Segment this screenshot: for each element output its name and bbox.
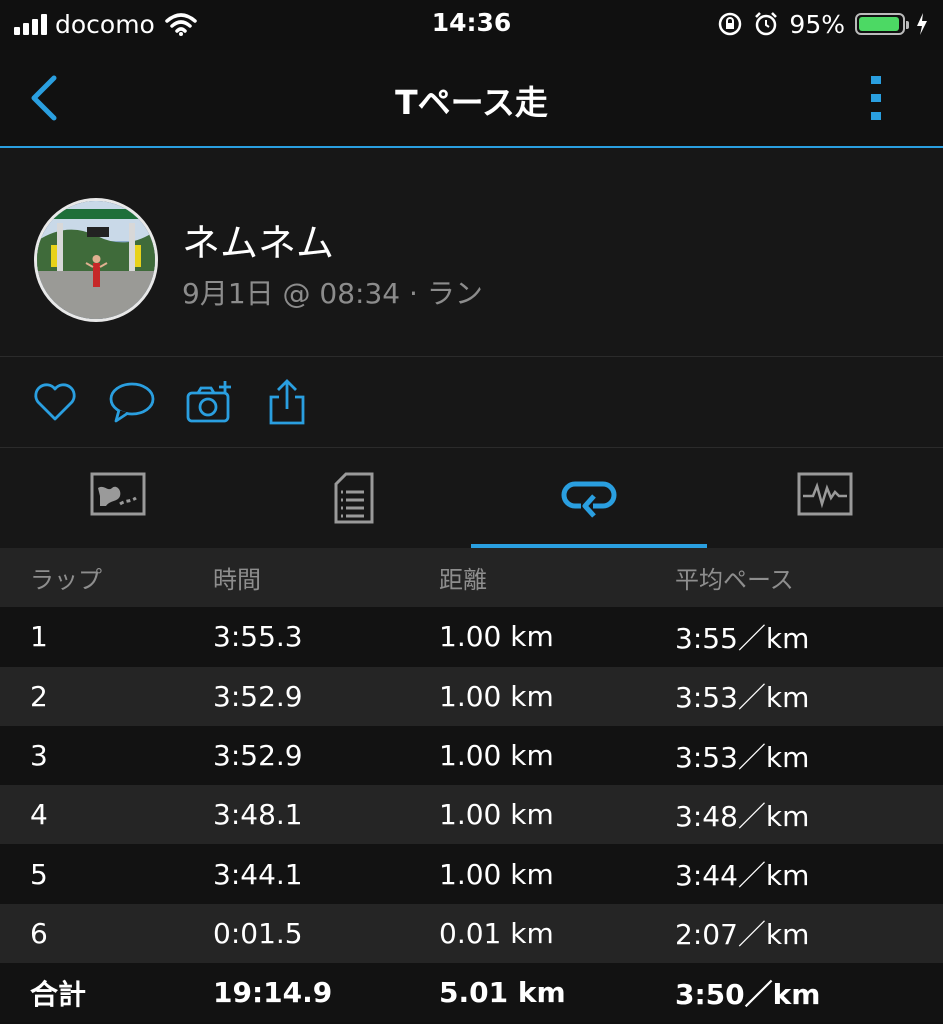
table-header: ラップ 時間 距離 平均ペース [0,548,943,608]
table-row[interactable]: 5 3:44.1 1.00 km 3:44／km [0,844,943,904]
status-bar: docomo 14:36 95% [0,0,943,50]
lap-time: 3:52.9 [213,739,303,773]
activity-header: ネムネム 9月1日 @ 08:34 · ラン [0,148,943,357]
table-row[interactable]: 6 0:01.5 0.01 km 2:07／km [0,903,943,964]
avatar[interactable] [34,198,158,322]
total-time: 19:14.9 [213,976,333,1010]
lap-time: 0:01.5 [213,916,303,950]
lap-time: 3:55.3 [213,620,303,654]
table-total-row: 合計 19:14.9 5.01 km 3:50／km [0,963,943,1023]
lap-pace: 3:53／km [675,681,810,715]
action-bar [0,357,943,448]
table-row[interactable]: 4 3:48.1 1.00 km 3:48／km [0,785,943,845]
tab-bar [0,448,943,548]
lap-distance: 1.00 km [439,679,554,713]
lap-pace: 3:48／km [675,799,810,833]
tab-charts[interactable] [707,448,942,548]
chart-icon [797,472,852,516]
lap-distance: 1.00 km [439,739,554,773]
lap-distance: 0.01 km [439,916,554,950]
lap-number: 6 [30,916,48,950]
lap-number: 1 [30,620,48,654]
lap-pace: 3:55／km [675,621,810,655]
battery-percent: 95% [789,9,845,39]
lap-distance: 1.00 km [439,798,554,832]
lap-time: 3:52.9 [213,679,303,713]
table-row[interactable]: 3 3:52.9 1.00 km 3:53／km [0,725,943,786]
lap-number: 3 [30,739,48,773]
vertical-dots-icon [871,76,881,120]
rotation-lock-icon [719,12,742,36]
heart-icon [34,383,76,421]
activity-meta: 9月1日 @ 08:34 · ラン [182,277,483,310]
total-pace: 3:50／km [675,977,821,1011]
header-time: 時間 [213,566,261,595]
battery-icon [855,13,909,35]
header-distance: 距離 [439,566,487,595]
lap-distance: 1.00 km [439,857,554,891]
map-icon [90,472,145,516]
tab-summary[interactable] [236,448,471,548]
header-lap: ラップ [30,566,102,595]
battery-fill [859,17,899,31]
page-title: Tペース走 [395,83,548,122]
tab-map[interactable] [0,448,235,548]
more-button[interactable] [865,72,889,124]
lap-number: 2 [30,679,48,713]
charging-icon [917,13,927,35]
lap-time: 3:44.1 [213,857,303,891]
document-icon [334,472,373,524]
comment-button[interactable] [108,379,155,425]
lap-time: 3:48.1 [213,798,303,832]
lap-pace: 2:07／km [675,918,810,952]
laps-icon [561,481,616,518]
laps-table: ラップ 時間 距離 平均ペース 1 3:55.3 1.00 km 3:55／km… [0,548,943,1023]
total-distance: 5.01 km [439,976,566,1010]
lap-pace: 3:53／km [675,740,810,774]
header-avg-pace: 平均ペース [675,566,794,595]
tab-laps[interactable] [471,448,706,548]
lap-number: 4 [30,798,48,832]
lap-pace: 3:44／km [675,859,810,893]
user-name[interactable]: ネムネム [182,212,334,267]
total-label: 合計 [30,977,87,1011]
like-button[interactable] [32,379,78,425]
add-photo-button[interactable] [186,379,232,425]
table-row[interactable]: 1 3:55.3 1.00 km 3:55／km [0,607,943,667]
lap-distance: 1.00 km [439,620,554,654]
lap-number: 5 [30,857,48,891]
avatar-photo [37,201,155,319]
table-row[interactable]: 2 3:52.9 1.00 km 3:53／km [0,666,943,726]
share-icon [269,379,305,425]
alarm-icon [755,12,778,36]
share-button[interactable] [264,379,310,425]
nav-bar: Tペース走 [0,50,943,148]
camera-add-icon [186,381,231,423]
comment-icon [109,382,155,423]
